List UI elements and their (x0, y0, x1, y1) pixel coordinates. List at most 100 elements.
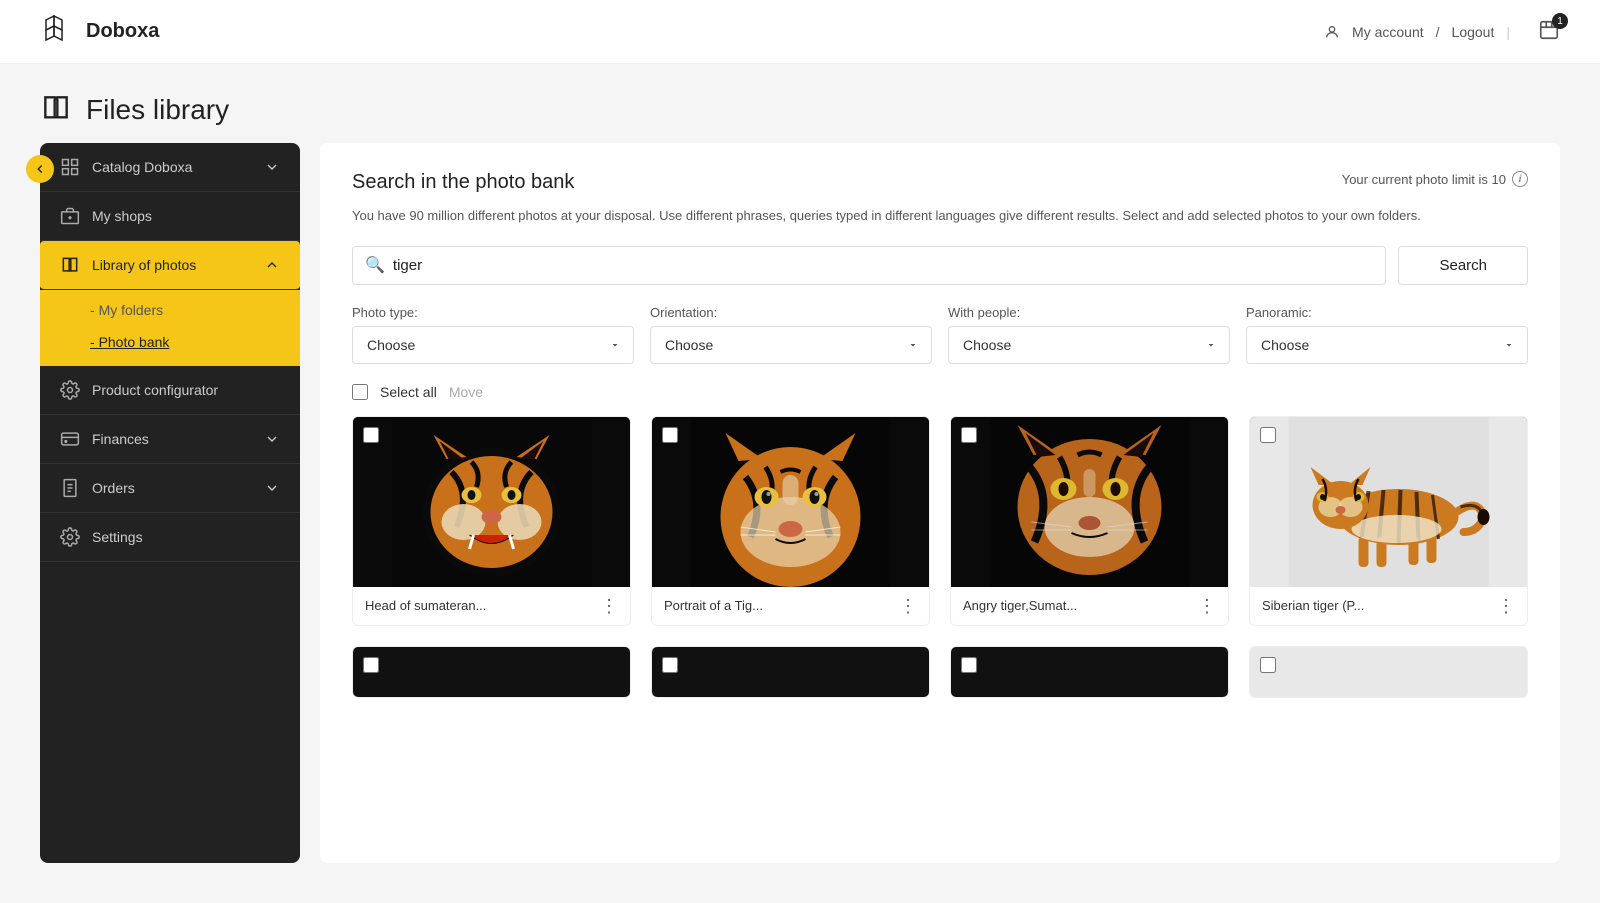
catalog-icon (60, 157, 80, 177)
photo-card-5-checkbox[interactable] (363, 657, 379, 673)
photo-card-6-checkbox[interactable] (662, 657, 678, 673)
photo-card-7 (950, 646, 1229, 698)
product-config-icon (60, 380, 80, 400)
filter-with-people-select[interactable]: Choose Yes No (948, 326, 1230, 364)
photo-card-4-checkbox[interactable] (1260, 427, 1276, 443)
photo-card-4-name: Siberian tiger (P... (1262, 598, 1364, 613)
photo-card-2-bottom: Portrait of a Tig... ⋮ (652, 587, 929, 625)
photo-card-3-bottom: Angry tiger,Sumat... ⋮ (951, 587, 1228, 625)
select-all-label[interactable]: Select all (380, 384, 437, 400)
sidebar-item-orders-label: Orders (92, 480, 135, 496)
photo-card-2-top (652, 417, 929, 587)
photo-card-3-name: Angry tiger,Sumat... (963, 598, 1077, 613)
filters-row: Photo type: Choose Photo Illustration Ve… (352, 305, 1528, 364)
photo-card-5 (352, 646, 631, 698)
photo-card-8-top (1250, 647, 1527, 697)
sidebar-item-orders[interactable]: Orders (40, 464, 300, 513)
photo-card-2-name: Portrait of a Tig... (664, 598, 763, 613)
filter-with-people-label: With people: (948, 305, 1230, 320)
search-input-wrap: 🔍 (352, 246, 1386, 285)
logo-text: Doboxa (86, 20, 159, 43)
finances-chevron-icon (264, 431, 280, 447)
info-icon[interactable]: i (1512, 171, 1528, 187)
search-input[interactable] (385, 247, 1374, 284)
photo-card-7-checkbox[interactable] (961, 657, 977, 673)
tiger-snarling-image (353, 417, 630, 587)
photo-card-4-menu-button[interactable]: ⋮ (1497, 597, 1515, 615)
photo-card-1-top (353, 417, 630, 587)
my-shops-icon (60, 206, 80, 226)
photo-card-3-menu-button[interactable]: ⋮ (1198, 597, 1216, 615)
photo-card-1: Head of sumateran... ⋮ (352, 416, 631, 626)
sidebar-item-settings[interactable]: Settings (40, 513, 300, 562)
photo-card-4-top (1250, 417, 1527, 587)
orders-chevron-icon (264, 480, 280, 496)
search-button[interactable]: Search (1398, 246, 1528, 285)
finances-icon (60, 429, 80, 449)
page-title-area: Files library (0, 64, 1600, 143)
photo-card-7-top (951, 647, 1228, 697)
photo-card-8 (1249, 646, 1528, 698)
sidebar-sub-photo-bank[interactable]: Photo bank (40, 326, 300, 358)
sidebar-item-product-config-label: Product configurator (92, 382, 218, 398)
filter-orientation-select[interactable]: Choose Horizontal Vertical Square (650, 326, 932, 364)
header-nav: My account / Logout | 1 (1324, 19, 1560, 44)
filter-photo-type-select[interactable]: Choose Photo Illustration Vector (352, 326, 634, 364)
sidebar-item-library-photos[interactable]: Library of photos (40, 241, 300, 290)
select-all-checkbox[interactable] (352, 384, 368, 400)
filter-panoramic-label: Panoramic: (1246, 305, 1528, 320)
header: Doboxa My account / Logout | 1 (0, 0, 1600, 64)
sidebar: Catalog Doboxa My shops (40, 143, 300, 863)
library-icon (60, 255, 80, 275)
sidebar-item-catalog[interactable]: Catalog Doboxa (40, 143, 300, 192)
main-content: Search in the photo bank Your current ph… (320, 143, 1560, 863)
account-icon (1324, 24, 1340, 40)
move-button[interactable]: Move (449, 384, 483, 400)
photobank-description: You have 90 million different photos at … (352, 206, 1528, 226)
photobank-header: Search in the photo bank Your current ph… (352, 171, 1528, 194)
filter-panoramic-select[interactable]: Choose Yes No (1246, 326, 1528, 364)
sidebar-item-product-configurator[interactable]: Product configurator (40, 366, 300, 415)
nav-separator: / (1436, 24, 1440, 40)
sidebar-collapse-button[interactable] (26, 155, 54, 183)
sidebar-item-finances-label: Finances (92, 431, 149, 447)
photo-card-1-menu-button[interactable]: ⋮ (600, 597, 618, 615)
select-all-row: Select all Move (352, 384, 1528, 400)
sidebar-sub-library: My folders Photo bank (40, 290, 300, 366)
logout-link[interactable]: Logout (1452, 24, 1495, 40)
layout: Catalog Doboxa My shops (0, 143, 1600, 903)
filter-orientation: Orientation: Choose Horizontal Vertical … (650, 305, 932, 364)
library-chevron-icon (264, 257, 280, 273)
sidebar-item-catalog-label: Catalog Doboxa (92, 159, 192, 175)
logo-icon (40, 14, 76, 50)
photo-card-4: Siberian tiger (P... ⋮ (1249, 416, 1528, 626)
sidebar-item-finances[interactable]: Finances (40, 415, 300, 464)
cart-badge: 1 (1552, 13, 1568, 29)
photo-card-2-menu-button[interactable]: ⋮ (899, 597, 917, 615)
photo-card-6 (651, 646, 930, 698)
sidebar-sub-my-folders[interactable]: My folders (40, 294, 300, 326)
photo-card-3-top (951, 417, 1228, 587)
tiger-portrait-image (652, 417, 929, 587)
photo-card-2-checkbox[interactable] (662, 427, 678, 443)
photo-card-2: Portrait of a Tig... ⋮ (651, 416, 930, 626)
photo-card-1-name: Head of sumateran... (365, 598, 486, 613)
search-magnifier-icon: 🔍 (365, 255, 385, 275)
photo-card-4-bottom: Siberian tiger (P... ⋮ (1250, 587, 1527, 625)
logo: Doboxa (40, 14, 159, 50)
filter-panoramic: Panoramic: Choose Yes No (1246, 305, 1528, 364)
cart-icon[interactable]: 1 (1538, 19, 1560, 44)
filter-photo-type: Photo type: Choose Photo Illustration Ve… (352, 305, 634, 364)
photo-card-3-checkbox[interactable] (961, 427, 977, 443)
catalog-chevron-icon (264, 159, 280, 175)
photo-card-8-checkbox[interactable] (1260, 657, 1276, 673)
header-divider: | (1506, 24, 1510, 40)
photo-card-5-top (353, 647, 630, 697)
photo-grid-row2 (352, 646, 1528, 698)
search-row: 🔍 Search (352, 246, 1528, 285)
filter-photo-type-label: Photo type: (352, 305, 634, 320)
filter-orientation-label: Orientation: (650, 305, 932, 320)
photo-card-1-checkbox[interactable] (363, 427, 379, 443)
my-account-link[interactable]: My account (1352, 24, 1424, 40)
sidebar-item-my-shops[interactable]: My shops (40, 192, 300, 241)
